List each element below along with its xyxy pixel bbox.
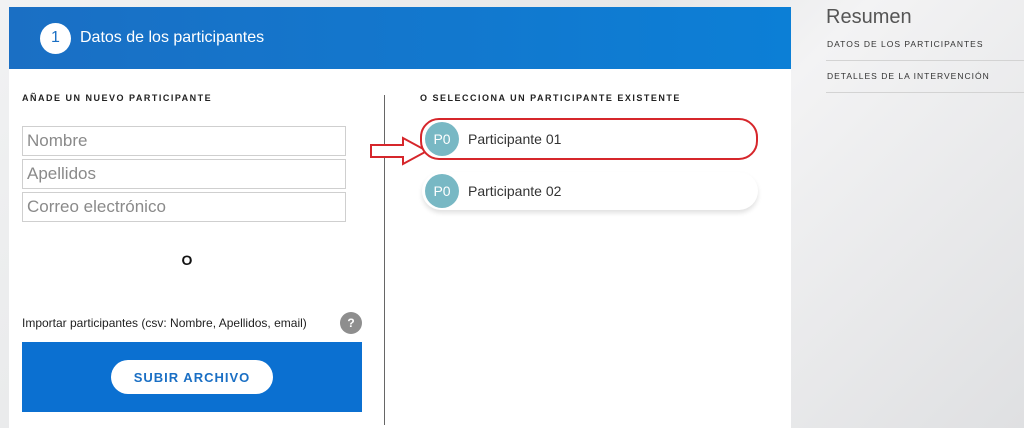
participant-name: Participante 02 — [468, 183, 562, 199]
email-field[interactable] — [22, 192, 346, 222]
avatar: P0 — [425, 122, 459, 156]
or-separator: O — [181, 252, 193, 268]
new-participant-section: AÑADE UN NUEVO PARTICIPANTE O Importar p… — [22, 93, 362, 412]
last-name-field[interactable] — [22, 159, 346, 189]
summary-item-intervention[interactable]: DETALLES DE LA INTERVENCIÓN — [826, 61, 1024, 93]
existing-participant-title: O SELECCIONA UN PARTICIPANTE EXISTENTE — [420, 93, 681, 103]
new-participant-form — [22, 126, 362, 222]
help-icon[interactable]: ? — [340, 312, 362, 334]
existing-participant-section: O SELECCIONA UN PARTICIPANTE EXISTENTE P… — [420, 93, 765, 220]
summary-sidebar: Resumen DATOS DE LOS PARTICIPANTES DETAL… — [826, 6, 1024, 93]
first-name-field[interactable] — [22, 126, 346, 156]
new-participant-title: AÑADE UN NUEVO PARTICIPANTE — [22, 93, 213, 103]
step-title: Datos de los participantes — [80, 29, 265, 46]
step-header: 1 Datos de los participantes — [9, 7, 791, 69]
participant-item[interactable]: P0 Participante 01 — [420, 118, 758, 160]
step-number: 1 — [40, 22, 71, 54]
upload-area: SUBIR ARCHIVO — [22, 342, 362, 412]
upload-file-button[interactable]: SUBIR ARCHIVO — [111, 360, 273, 394]
import-row: Importar participantes (csv: Nombre, Ape… — [22, 312, 362, 334]
participant-name: Participante 01 — [468, 131, 562, 147]
avatar: P0 — [425, 174, 459, 208]
participant-item[interactable]: P0 Participante 02 — [422, 172, 758, 210]
summary-item-participants[interactable]: DATOS DE LOS PARTICIPANTES — [826, 29, 1024, 61]
summary-title: Resumen — [826, 6, 912, 28]
import-label: Importar participantes (csv: Nombre, Ape… — [22, 316, 307, 330]
participant-list: P0 Participante 01 P0 Participante 02 — [420, 118, 765, 210]
